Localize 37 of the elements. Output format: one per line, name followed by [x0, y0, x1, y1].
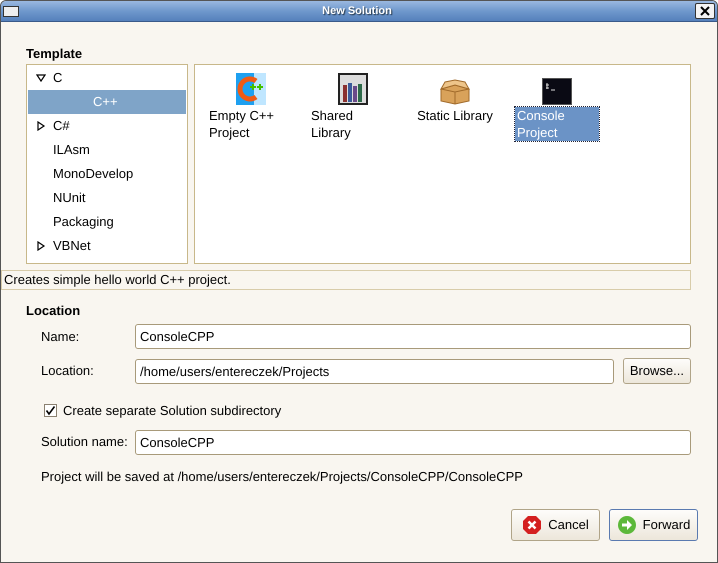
cancel-button[interactable]: Cancel — [511, 509, 600, 541]
location-label: Location: — [41, 362, 95, 380]
location-heading: Location — [26, 302, 82, 320]
tree-item[interactable]: Packaging — [28, 210, 186, 234]
browse-button[interactable]: Browse... — [622, 358, 691, 384]
terminal-icon — [542, 78, 572, 105]
tree-item[interactable]: NUnit — [28, 186, 186, 210]
collapsed-arrow-icon[interactable] — [36, 241, 46, 251]
separate-dir-label: Create separate Solution subdirectory — [63, 402, 282, 420]
tree-item[interactable]: ILAsm — [28, 138, 186, 162]
tree-item[interactable]: VBNet — [28, 234, 186, 258]
template-item[interactable]: Static Library — [417, 107, 493, 124]
tree-item[interactable]: C# — [28, 114, 186, 138]
box-icon — [439, 79, 471, 105]
template-heading: Template — [26, 45, 84, 63]
forward-button[interactable]: Forward — [609, 509, 698, 541]
tree-item[interactable]: C — [28, 66, 186, 90]
cancel-icon — [522, 515, 542, 535]
location-field[interactable]: /home/users/entereczek/Projects — [135, 358, 614, 384]
window-title: New Solution — [321, 4, 393, 19]
tree-item[interactable]: MonoDevelop — [28, 162, 186, 186]
solution-name-label: Solution name: — [41, 433, 129, 452]
window-menu-icon[interactable] — [3, 6, 19, 16]
separate-dir-checkbox[interactable] — [44, 404, 57, 418]
name-field[interactable]: ConsoleCPP — [135, 324, 691, 349]
cpp-logo-icon — [236, 73, 266, 105]
save-path-text: Project will be saved at /home/users/entereczek/Projects/ConsoleCPP/ConsoleCPP — [41, 468, 524, 486]
books-icon — [338, 73, 368, 105]
description-bar: Creates simple hello world C++ project. — [1, 270, 691, 290]
name-label: Name: — [41, 328, 80, 346]
collapsed-arrow-icon[interactable] — [36, 121, 46, 131]
close-icon — [700, 6, 710, 16]
solution-name-field[interactable]: ConsoleCPP — [135, 430, 691, 454]
close-button[interactable] — [695, 3, 715, 19]
template-item[interactable]: Empty C++ Project — [209, 107, 293, 141]
expanded-arrow-icon[interactable] — [36, 73, 46, 83]
template-item[interactable]: Shared Library — [311, 107, 395, 141]
